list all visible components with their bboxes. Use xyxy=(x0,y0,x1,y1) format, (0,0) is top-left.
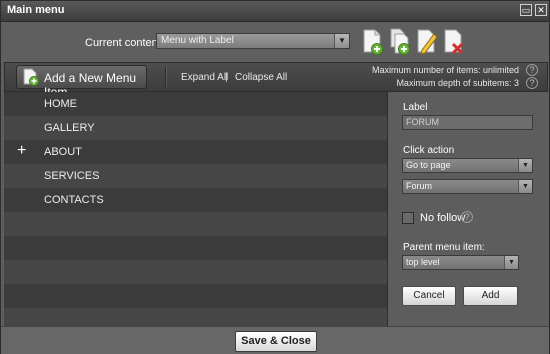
title-bar: Main menu ▭ ✕ xyxy=(1,1,549,22)
chevron-down-icon: ▼ xyxy=(334,34,349,48)
page-select-value: Forum xyxy=(406,181,433,191)
parent-item-title: Parent menu item: xyxy=(403,242,485,253)
list-item[interactable]: SERVICES xyxy=(4,164,387,188)
help-icon[interactable]: ? xyxy=(461,211,473,223)
list-item[interactable]: GALLERY xyxy=(4,116,387,140)
click-action-select[interactable]: Go to page ▼ xyxy=(402,158,533,173)
list-item-label: HOME xyxy=(44,98,77,110)
add-item-icon xyxy=(23,68,39,86)
footer-bar: Save & Close xyxy=(1,326,549,354)
add-menu-item-button[interactable]: Add a New Menu Item xyxy=(16,65,147,99)
page-select[interactable]: Forum ▼ xyxy=(402,179,533,194)
save-close-button[interactable]: Save & Close xyxy=(235,331,317,352)
cancel-button[interactable]: Cancel xyxy=(402,286,456,306)
list-item-label: GALLERY xyxy=(44,122,95,134)
parent-item-value: top level xyxy=(406,257,440,267)
edit-document-icon[interactable] xyxy=(416,28,438,56)
expand-all-link[interactable]: Expand All xyxy=(181,72,228,83)
window-title: Main menu xyxy=(7,4,65,16)
chevron-down-icon: ▼ xyxy=(518,159,532,172)
expand-icon[interactable]: + xyxy=(17,142,26,160)
add-document-icon[interactable] xyxy=(362,28,384,56)
click-action-title: Click action xyxy=(403,145,455,156)
list-item[interactable]: HOME xyxy=(4,92,387,116)
list-item-label: SERVICES xyxy=(44,170,100,182)
no-follow-checkbox[interactable] xyxy=(402,212,414,224)
no-follow-label: No follow xyxy=(420,212,466,224)
current-content-value: Menu with Label xyxy=(161,35,234,46)
max-depth-info: Maximum depth of subitems: 3 xyxy=(396,78,519,88)
menu-item-editor: Label FORUM Click action Go to page ▼ Fo… xyxy=(387,92,548,326)
add-button[interactable]: Add xyxy=(463,286,518,306)
current-content-label: Current content: xyxy=(85,37,164,49)
empty-row xyxy=(4,284,387,308)
delete-document-icon[interactable] xyxy=(443,28,465,56)
empty-row xyxy=(4,212,387,236)
copy-document-icon[interactable] xyxy=(389,28,411,56)
link-separator: | xyxy=(225,72,228,83)
list-item[interactable]: + ABOUT xyxy=(4,140,387,164)
list-item-label: CONTACTS xyxy=(44,194,104,206)
empty-row xyxy=(4,260,387,284)
menu-items-list: HOME GALLERY + ABOUT SERVICES CONTACTS xyxy=(4,92,387,326)
collapse-all-link[interactable]: Collapse All xyxy=(235,72,287,83)
close-icon[interactable]: ✕ xyxy=(535,4,547,16)
click-action-value: Go to page xyxy=(406,160,451,170)
current-content-select[interactable]: Menu with Label ▼ xyxy=(156,33,350,49)
restore-icon[interactable]: ▭ xyxy=(520,4,532,16)
parent-item-select[interactable]: top level ▼ xyxy=(402,255,519,270)
help-icon[interactable]: ? xyxy=(526,64,538,76)
main-menu-window: Main menu ▭ ✕ Current content: Menu with… xyxy=(0,0,550,354)
empty-row xyxy=(4,236,387,260)
toolbar-divider xyxy=(165,67,167,87)
chevron-down-icon: ▼ xyxy=(504,256,518,269)
list-item[interactable]: CONTACTS xyxy=(4,188,387,212)
list-item-label: ABOUT xyxy=(44,146,82,158)
label-input[interactable]: FORUM xyxy=(402,115,533,130)
chevron-down-icon: ▼ xyxy=(518,180,532,193)
content-selector-row: Current content: Menu with Label ▼ xyxy=(1,22,549,62)
label-title: Label xyxy=(403,102,428,113)
empty-row xyxy=(4,308,387,326)
help-icon[interactable]: ? xyxy=(526,77,538,89)
label-input-value: FORUM xyxy=(406,117,439,127)
menu-toolbar: Add a New Menu Item Expand All | Collaps… xyxy=(4,62,548,99)
max-items-info: Maximum number of items: unlimited xyxy=(371,65,519,75)
